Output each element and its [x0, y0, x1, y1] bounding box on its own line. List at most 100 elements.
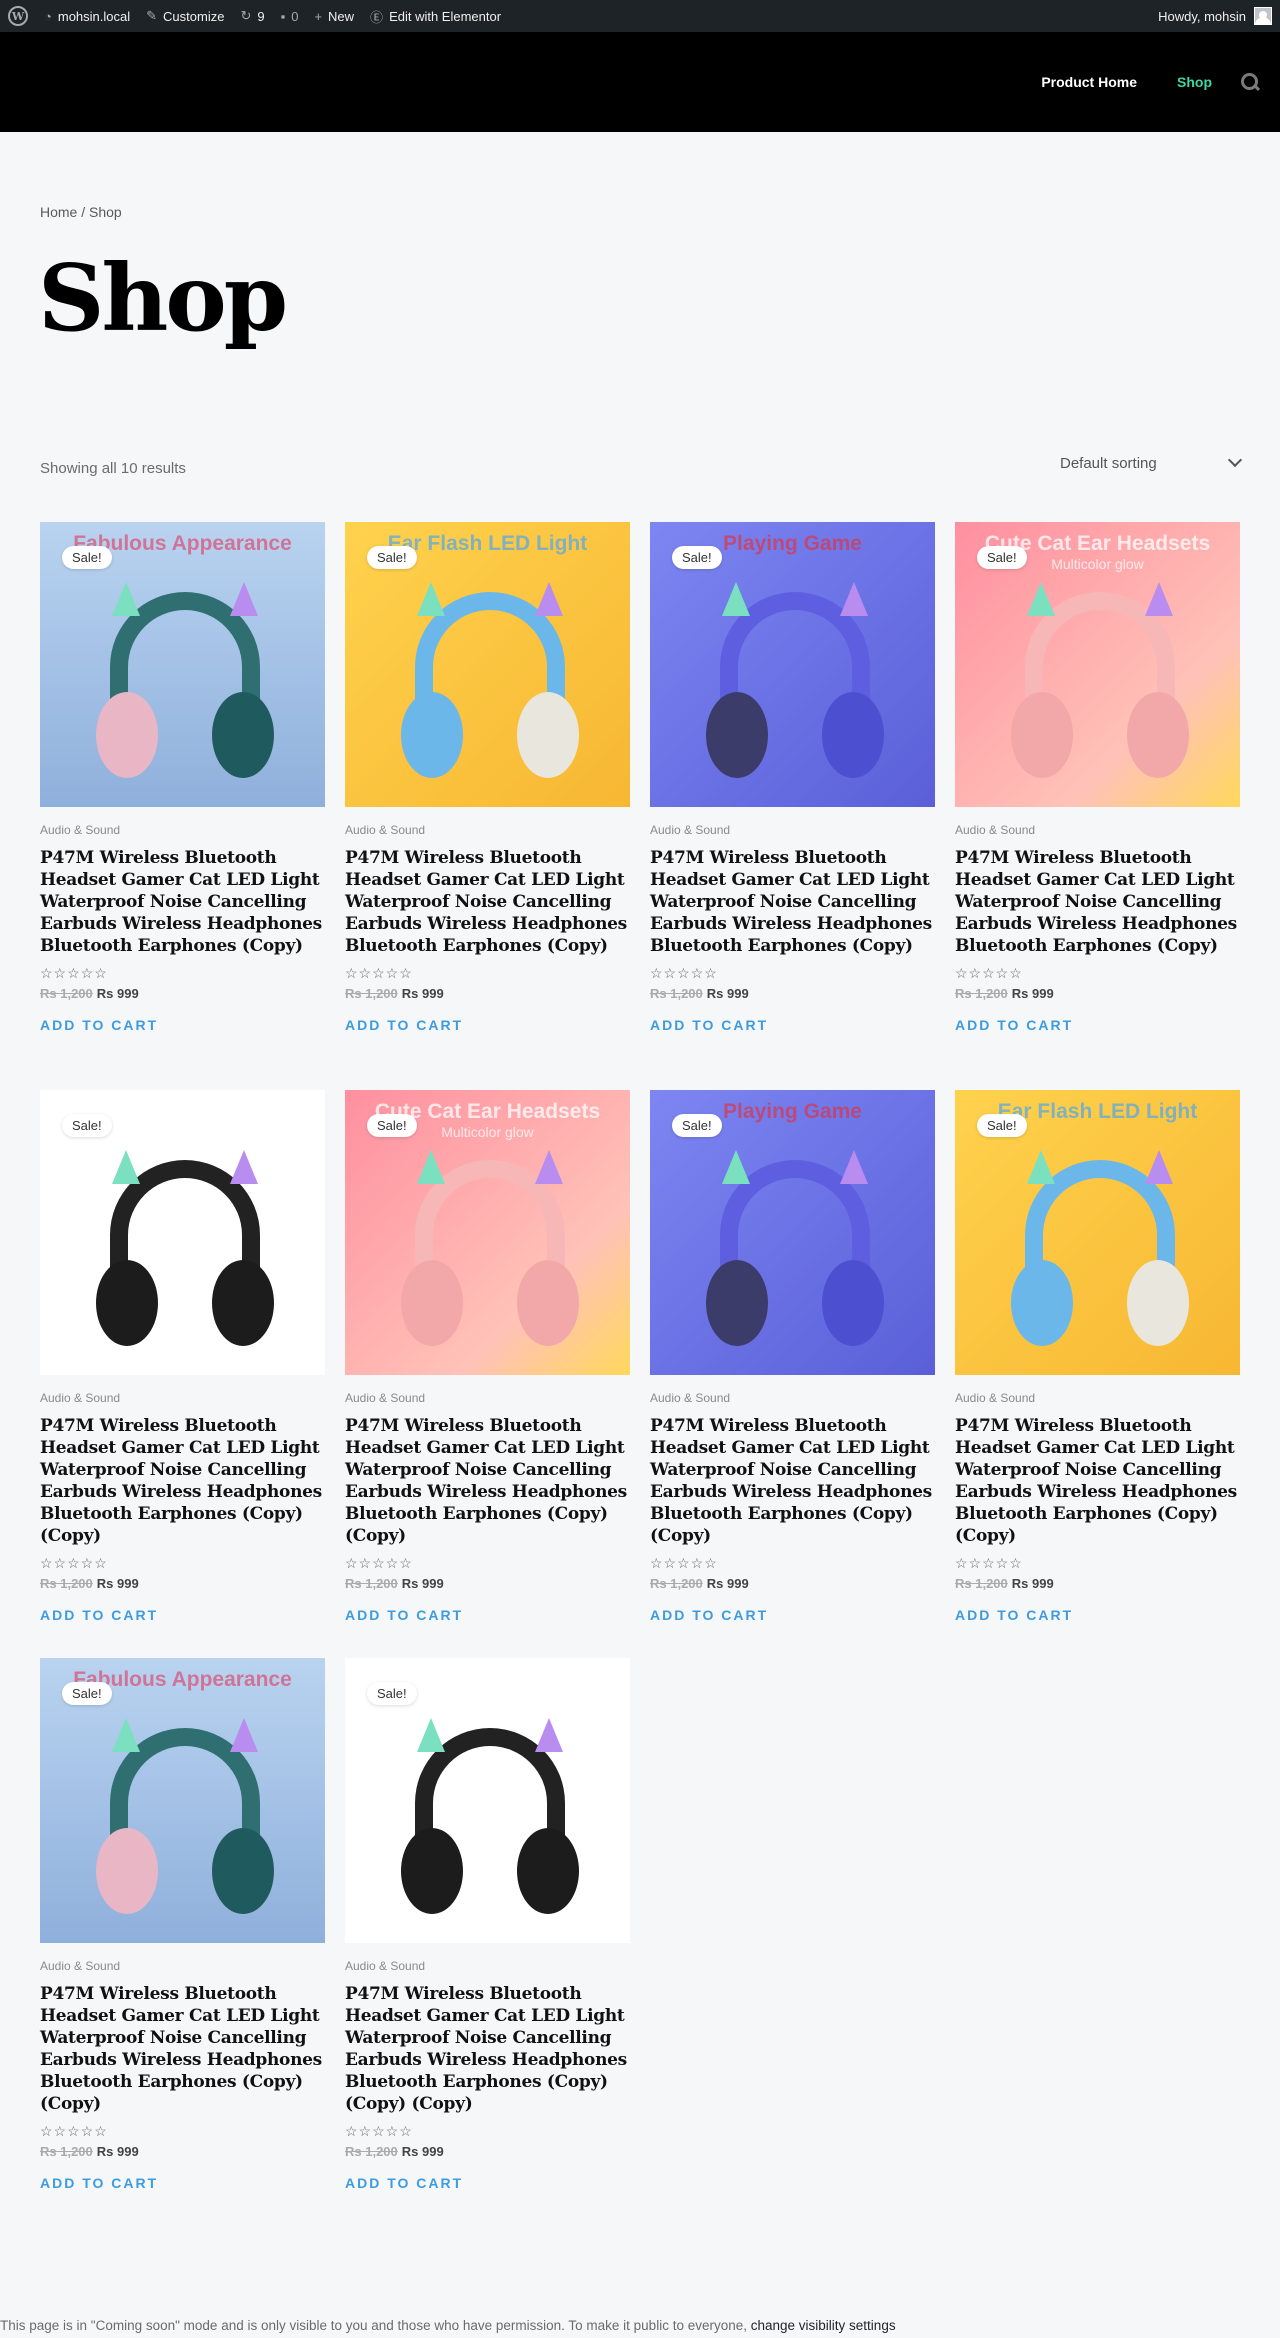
- sale-price: Rs 999: [1011, 986, 1054, 1001]
- product-title[interactable]: P47M Wireless Bluetooth Headset Gamer Ca…: [650, 847, 935, 957]
- product-card: Sale! Audio & Sound P47M Wireless Blueto…: [345, 1658, 630, 2193]
- primary-nav: Product Home Shop: [1001, 32, 1260, 132]
- sorting-select[interactable]: Default sorting: [1060, 448, 1243, 478]
- product-card: Playing Game Sale! Audio & Sound P47M Wi…: [650, 1090, 935, 1625]
- product-card: Fabulous Appearance Sale! Audio & Sound …: [40, 1658, 325, 2193]
- product-category[interactable]: Audio & Sound: [345, 1959, 630, 1973]
- sale-badge: Sale!: [367, 1682, 417, 1705]
- comment-icon: ▪: [280, 8, 286, 24]
- sale-badge: Sale!: [62, 1682, 112, 1705]
- add-to-cart-button[interactable]: ADD TO CART: [650, 1607, 768, 1623]
- nav-item-product-home[interactable]: Product Home: [1041, 74, 1137, 90]
- product-title[interactable]: P47M Wireless Bluetooth Headset Gamer Ca…: [650, 1415, 935, 1547]
- star-rating: ☆☆☆☆☆: [345, 1555, 413, 1571]
- headphones-illustration: [1005, 582, 1195, 782]
- sale-price: Rs 999: [401, 2144, 444, 2159]
- old-price: Rs 1,200: [345, 986, 398, 1001]
- sale-price: Rs 999: [706, 986, 749, 1001]
- wordpress-icon: W: [8, 6, 28, 26]
- product-price: Rs 1,200 Rs 999: [955, 986, 1240, 1001]
- product-image[interactable]: Ear Flash LED Light Sale!: [345, 522, 630, 807]
- chevron-down-icon: [1227, 452, 1243, 468]
- product-title[interactable]: P47M Wireless Bluetooth Headset Gamer Ca…: [345, 1415, 630, 1547]
- plus-icon: +: [314, 8, 323, 24]
- updates-count: 9: [257, 8, 265, 24]
- add-to-cart-button[interactable]: ADD TO CART: [40, 1017, 158, 1033]
- add-to-cart-button[interactable]: ADD TO CART: [345, 2175, 463, 2191]
- product-category[interactable]: Audio & Sound: [345, 823, 630, 837]
- wordpress-logo-button[interactable]: W: [0, 0, 36, 32]
- old-price: Rs 1,200: [650, 986, 703, 1001]
- customize-label: Customize: [163, 8, 225, 24]
- product-category[interactable]: Audio & Sound: [650, 1391, 935, 1405]
- product-image[interactable]: Playing Game Sale!: [650, 522, 935, 807]
- product-title[interactable]: P47M Wireless Bluetooth Headset Gamer Ca…: [345, 847, 630, 957]
- sale-price: Rs 999: [1011, 1576, 1054, 1591]
- customize-link[interactable]: ✎ Customize: [138, 0, 232, 32]
- product-image[interactable]: Cute Cat Ear Headsets Multicolor glow Sal…: [955, 522, 1240, 807]
- product-title[interactable]: P47M Wireless Bluetooth Headset Gamer Ca…: [40, 1415, 325, 1547]
- headphones-illustration: [700, 1150, 890, 1350]
- product-image[interactable]: Cute Cat Ear Headsets Multicolor glow Sal…: [345, 1090, 630, 1375]
- product-image[interactable]: Ear Flash LED Light Sale!: [955, 1090, 1240, 1375]
- product-title[interactable]: P47M Wireless Bluetooth Headset Gamer Ca…: [955, 1415, 1240, 1547]
- star-rating: ☆☆☆☆☆: [955, 965, 1023, 981]
- add-to-cart-button[interactable]: ADD TO CART: [40, 2175, 158, 2191]
- result-count: Showing all 10 results: [40, 460, 186, 477]
- headphones-illustration: [700, 582, 890, 782]
- star-rating: ☆☆☆☆☆: [345, 965, 413, 981]
- sale-price: Rs 999: [401, 986, 444, 1001]
- product-image[interactable]: Fabulous Appearance Sale!: [40, 1658, 325, 1943]
- sale-price: Rs 999: [706, 1576, 749, 1591]
- add-to-cart-button[interactable]: ADD TO CART: [40, 1607, 158, 1623]
- brush-icon: ✎: [146, 8, 158, 23]
- old-price: Rs 1,200: [40, 2144, 93, 2159]
- product-category[interactable]: Audio & Sound: [955, 823, 1240, 837]
- edit-with-elementor-link[interactable]: Ⓔ Edit with Elementor: [362, 0, 509, 32]
- product-image[interactable]: Fabulous Appearance Sale!: [40, 522, 325, 807]
- add-to-cart-button[interactable]: ADD TO CART: [345, 1607, 463, 1623]
- product-price: Rs 1,200 Rs 999: [40, 2144, 325, 2159]
- headphones-illustration: [1005, 1150, 1195, 1350]
- howdy-label: Howdy, mohsin: [1158, 8, 1246, 24]
- product-category[interactable]: Audio & Sound: [40, 1959, 325, 1973]
- admin-bar: W ◔ mohsin.local ✎ Customize ↻ 9 ▪ 0 + N…: [0, 0, 1280, 32]
- headphones-illustration: [90, 582, 280, 782]
- sale-badge: Sale!: [367, 546, 417, 569]
- product-title[interactable]: P47M Wireless Bluetooth Headset Gamer Ca…: [955, 847, 1240, 957]
- product-category[interactable]: Audio & Sound: [955, 1391, 1240, 1405]
- add-to-cart-button[interactable]: ADD TO CART: [345, 1017, 463, 1033]
- add-to-cart-button[interactable]: ADD TO CART: [650, 1017, 768, 1033]
- nav-item-shop[interactable]: Shop: [1177, 74, 1212, 90]
- new-content-link[interactable]: + New: [306, 0, 362, 32]
- add-to-cart-button[interactable]: ADD TO CART: [955, 1607, 1073, 1623]
- sale-badge: Sale!: [672, 546, 722, 569]
- product-image[interactable]: Sale!: [345, 1658, 630, 1943]
- add-to-cart-button[interactable]: ADD TO CART: [955, 1017, 1073, 1033]
- old-price: Rs 1,200: [955, 1576, 1008, 1591]
- product-price: Rs 1,200 Rs 999: [345, 986, 630, 1001]
- product-category[interactable]: Audio & Sound: [650, 823, 935, 837]
- product-title[interactable]: P47M Wireless Bluetooth Headset Gamer Ca…: [345, 1983, 630, 2115]
- search-icon[interactable]: [1240, 72, 1260, 92]
- product-image[interactable]: Playing Game Sale!: [650, 1090, 935, 1375]
- comments-link[interactable]: ▪ 0: [273, 0, 307, 32]
- product-category[interactable]: Audio & Sound: [40, 823, 325, 837]
- product-image[interactable]: Sale!: [40, 1090, 325, 1375]
- comments-count: 0: [291, 8, 299, 24]
- change-visibility-link[interactable]: change visibility settings: [751, 2318, 896, 2333]
- product-title[interactable]: P47M Wireless Bluetooth Headset Gamer Ca…: [40, 1983, 325, 2115]
- site-name-link[interactable]: ◔ mohsin.local: [36, 0, 138, 32]
- product-category[interactable]: Audio & Sound: [40, 1391, 325, 1405]
- sale-badge: Sale!: [672, 1114, 722, 1137]
- updates-icon: ↻: [240, 8, 252, 23]
- old-price: Rs 1,200: [40, 1576, 93, 1591]
- headphones-illustration: [90, 1718, 280, 1918]
- product-category[interactable]: Audio & Sound: [345, 1391, 630, 1405]
- page-title: Shop: [38, 244, 288, 352]
- sale-badge: Sale!: [977, 1114, 1027, 1137]
- product-title[interactable]: P47M Wireless Bluetooth Headset Gamer Ca…: [40, 847, 325, 957]
- sale-badge: Sale!: [62, 546, 112, 569]
- my-account-link[interactable]: Howdy, mohsin: [1150, 0, 1280, 32]
- updates-link[interactable]: ↻ 9: [232, 0, 272, 32]
